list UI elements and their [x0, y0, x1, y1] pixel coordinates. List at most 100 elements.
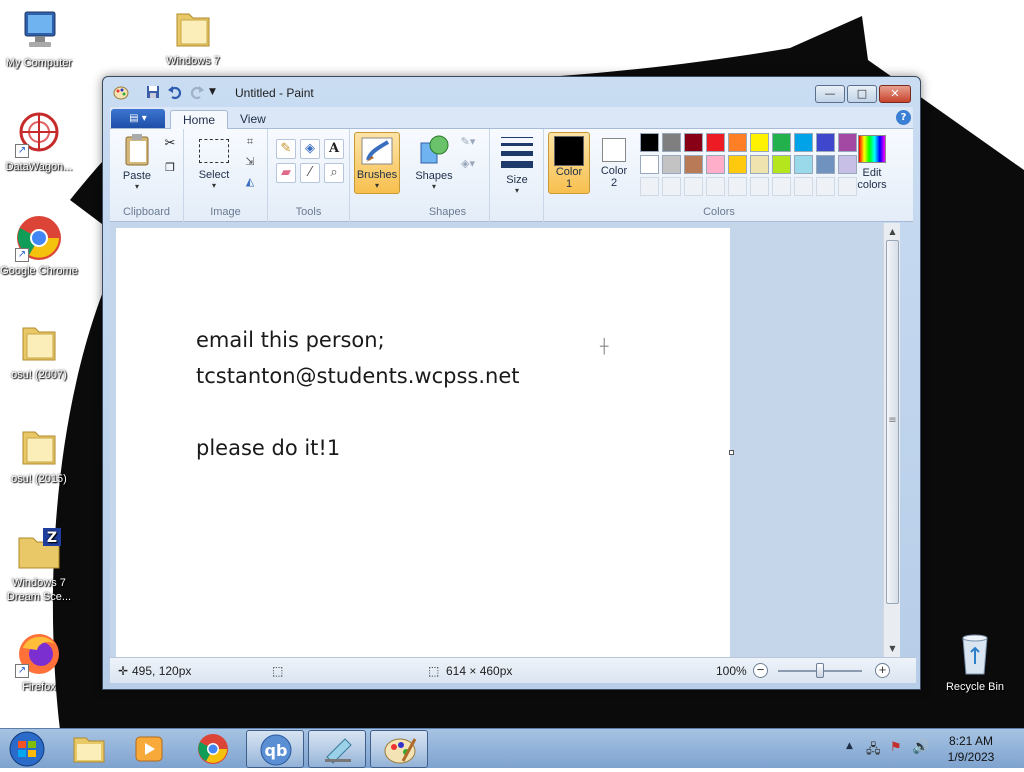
select-button[interactable]: Select ▾ — [192, 133, 236, 190]
palette-swatch[interactable] — [662, 133, 681, 152]
palette-swatch[interactable] — [728, 133, 747, 152]
palette-swatch[interactable] — [816, 155, 835, 174]
eraser-icon[interactable]: ▰ — [276, 163, 296, 183]
custom-color-slot[interactable] — [816, 177, 835, 196]
taskbar-qbittorrent[interactable]: qb — [246, 730, 304, 768]
taskbar-media-player[interactable] — [120, 730, 178, 768]
size-label: Size — [506, 174, 528, 186]
desktop-icon-recycle-bin[interactable]: Recycle Bin — [936, 630, 1014, 694]
desktop-icon-firefox[interactable]: ↗ Firefox — [0, 630, 78, 694]
edit-colors-button[interactable]: Edit colors — [852, 133, 892, 191]
canvas-workspace[interactable]: email this person; tcstanton@students.wc… — [110, 223, 900, 657]
desktop-icon-osu-2007[interactable]: osu! (2007) — [0, 318, 78, 382]
color-picker-icon[interactable]: ⁄ — [300, 163, 320, 183]
outline-icon[interactable]: ✎▾ — [458, 133, 478, 153]
rotate-icon[interactable]: ◭ — [240, 173, 260, 193]
close-button[interactable]: ✕ — [879, 85, 911, 103]
color1-button[interactable]: Color 1 — [548, 132, 590, 194]
chevron-down-icon: ▾ — [514, 186, 519, 195]
palette-swatch[interactable] — [728, 155, 747, 174]
quick-access-dropdown-icon[interactable]: ▼ — [209, 84, 225, 100]
taskbar-notepad[interactable] — [308, 730, 366, 768]
desktop-icon-label: Recycle Bin — [945, 681, 1005, 693]
vertical-scrollbar[interactable]: ▲ ≡ ▼ — [883, 223, 900, 657]
canvas-size: 614 × 460px — [446, 664, 513, 678]
action-center-icon[interactable]: ⚑ — [890, 740, 902, 755]
palette-swatch[interactable] — [794, 133, 813, 152]
taskbar-clock[interactable]: 8:21 AM 1/9/2023 — [926, 733, 1016, 765]
custom-color-slot[interactable] — [662, 177, 681, 196]
palette-swatch[interactable] — [684, 155, 703, 174]
custom-color-slot[interactable] — [794, 177, 813, 196]
shortcut-arrow-icon: ↗ — [15, 664, 29, 678]
clock-date: 1/9/2023 — [947, 750, 995, 764]
palette-swatch[interactable] — [772, 133, 791, 152]
desktop-icon-osu-2015[interactable]: osu! (2015) — [0, 422, 78, 486]
text-tool-icon[interactable]: A — [324, 139, 344, 159]
zoom-out-button[interactable]: − — [753, 663, 768, 678]
redo-icon[interactable] — [189, 84, 205, 100]
taskbar-explorer[interactable] — [60, 730, 118, 768]
pencil-icon[interactable]: ✎ — [276, 139, 296, 159]
palette-swatch[interactable] — [794, 155, 813, 174]
custom-color-slot[interactable] — [772, 177, 791, 196]
zoom-in-button[interactable]: + — [875, 663, 890, 678]
save-icon[interactable] — [145, 84, 161, 100]
crop-icon[interactable]: ⌗ — [240, 133, 260, 153]
color2-button[interactable]: Color 2 — [594, 132, 634, 189]
network-icon[interactable]: 🖧 — [866, 740, 881, 762]
paint-menu-button[interactable]: ▤ ▾ — [111, 109, 165, 128]
windows-orb-icon — [9, 731, 45, 767]
magnifier-icon[interactable]: ⌕ — [324, 163, 344, 183]
palette-swatch[interactable] — [816, 133, 835, 152]
palette-swatch[interactable] — [640, 133, 659, 152]
palette-swatch[interactable] — [750, 155, 769, 174]
show-hidden-icons-icon[interactable]: ▲ — [846, 741, 853, 751]
palette-swatch[interactable] — [772, 155, 791, 174]
cut-icon[interactable]: ✂ — [160, 135, 180, 155]
palette-swatch[interactable] — [706, 133, 725, 152]
custom-color-slot[interactable] — [728, 177, 747, 196]
start-button[interactable] — [4, 730, 50, 768]
palette-swatch[interactable] — [750, 133, 769, 152]
desktop-icon-google-chrome[interactable]: ↗ Google Chrome — [0, 214, 78, 278]
resize-icon[interactable]: ⇲ — [240, 153, 260, 173]
copy-icon[interactable]: ❐ — [160, 159, 180, 179]
custom-color-slot[interactable] — [640, 177, 659, 196]
shapes-button[interactable]: Shapes ▾ — [412, 133, 456, 191]
custom-color-slot[interactable] — [706, 177, 725, 196]
minimize-button[interactable]: — — [815, 85, 845, 103]
palette-swatch[interactable] — [662, 155, 681, 174]
custom-color-slot[interactable] — [750, 177, 769, 196]
scroll-down-icon[interactable]: ▼ — [884, 640, 900, 657]
help-button[interactable]: ? — [896, 110, 911, 125]
drawing-canvas[interactable]: email this person; tcstanton@students.wc… — [116, 228, 730, 657]
fill-bucket-icon[interactable]: ◈ — [300, 139, 320, 159]
size-button[interactable]: Size ▾ — [496, 133, 538, 195]
undo-icon[interactable] — [167, 84, 183, 100]
fill-icon[interactable]: ◈▾ — [458, 155, 478, 175]
tab-home[interactable]: Home — [170, 110, 229, 130]
canvas-resize-handle[interactable] — [729, 450, 734, 455]
palette-swatch[interactable] — [684, 133, 703, 152]
maximize-button[interactable]: □ — [847, 85, 877, 103]
paste-button[interactable]: Paste ▾ — [116, 133, 158, 191]
desktop-icon-dreamscene[interactable]: Z Windows 7 Dream Sce... — [0, 526, 78, 604]
tab-view[interactable]: View — [228, 110, 278, 130]
desktop-icon-my-computer[interactable]: My Computer — [0, 6, 78, 70]
scrollbar-thumb[interactable]: ≡ — [886, 240, 899, 604]
scroll-up-icon[interactable]: ▲ — [884, 223, 900, 240]
window-title: Untitled - Paint — [235, 86, 314, 100]
palette-swatch[interactable] — [640, 155, 659, 174]
paint-app-icon[interactable] — [113, 84, 129, 100]
paint-window[interactable]: ▼ Untitled - Paint — □ ✕ ▤ ▾ Home View ?… — [102, 76, 921, 690]
zoom-slider-thumb[interactable] — [816, 663, 824, 678]
custom-color-slot[interactable] — [684, 177, 703, 196]
desktop-icon-datawagon[interactable]: ↗ DataWagon... — [0, 110, 78, 174]
palette-swatch[interactable] — [706, 155, 725, 174]
desktop-icon-windows7-folder[interactable]: Windows 7 — [154, 4, 232, 68]
title-bar[interactable]: ▼ Untitled - Paint — □ ✕ — [103, 77, 920, 107]
taskbar-paint[interactable] — [370, 730, 428, 768]
taskbar-chrome[interactable] — [184, 730, 242, 768]
brushes-button[interactable]: Brushes ▾ — [354, 132, 400, 194]
